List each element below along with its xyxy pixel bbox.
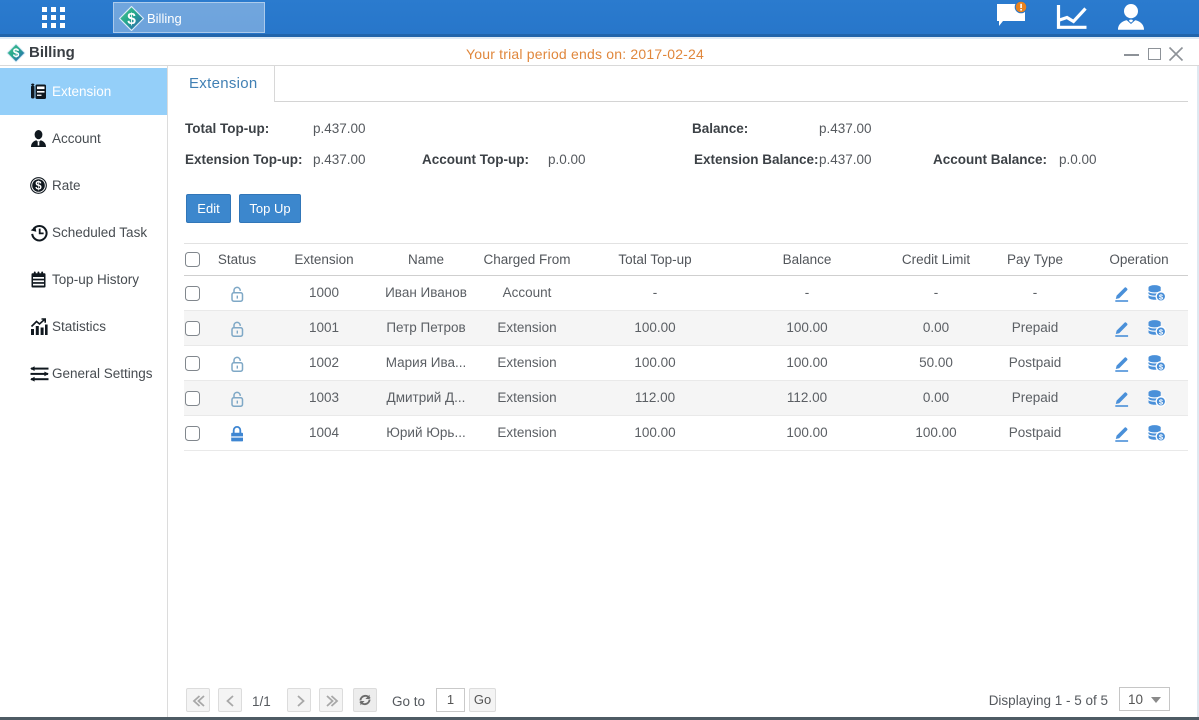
svg-text:$: $: [35, 181, 42, 193]
svg-text:$: $: [127, 11, 136, 28]
